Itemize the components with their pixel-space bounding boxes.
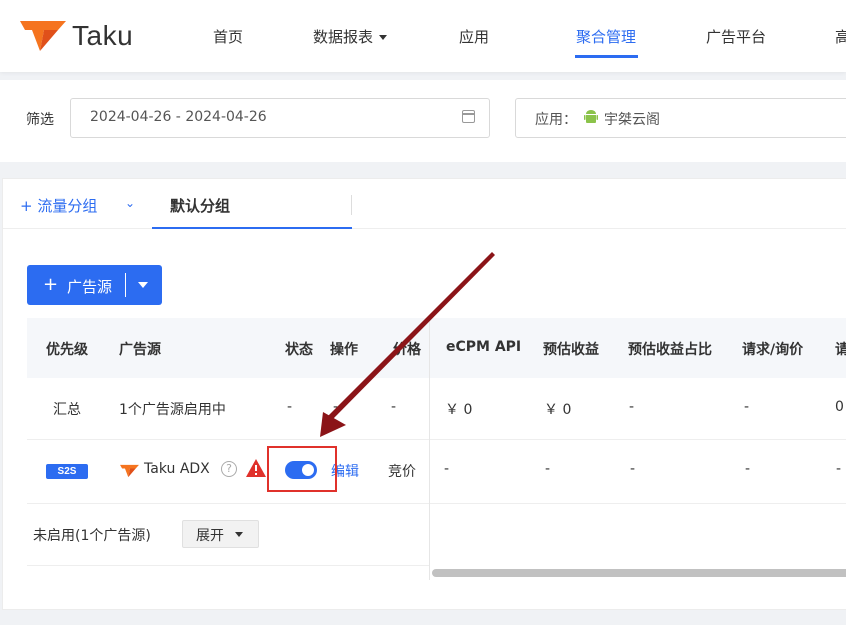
table-row: S2S Taku ADX ? 编辑 竞价 - - - - - [27,440,846,504]
tab-active-indicator [152,227,352,229]
mediation-card: + 流量分组 ⌄ 默认分组 + 广告源 优先级 广告源 状态 操作 价格 eCP… [2,178,846,610]
summary-cell: 0 [835,399,844,415]
column-header: 预估收益 [543,342,599,358]
chevron-down-icon [235,532,243,537]
nav-mediation[interactable]: 聚合管理 [576,26,636,47]
column-header: 广告源 [119,342,161,358]
expand-label: 展开 [196,528,224,544]
top-navigation: Taku 首页 数据报表 应用 聚合管理 广告平台 高 [0,0,846,72]
summary-cell: - [629,399,635,415]
taku-logo-icon [20,21,66,51]
table-cell: - [836,461,842,477]
table-cell: - [545,461,551,477]
summary-cell: - [391,399,397,415]
chevron-down-icon[interactable] [138,282,148,288]
chevron-down-icon [379,35,388,40]
plus-icon: + [43,274,59,295]
fixed-column-divider [429,318,430,580]
filter-label: 筛选 [26,112,54,128]
app-selector[interactable]: 应用： 宇桀云阁 [515,98,846,138]
summary-cell: - [287,399,293,415]
column-header: 操作 [330,342,358,358]
summary-cell: - [744,399,750,415]
summary-row: 汇总 1个广告源启用中 - - - ￥ 0 ￥ 0 - - 0 [27,378,846,440]
expand-button[interactable]: 展开 [182,520,259,548]
column-header: 状态 [285,342,313,358]
app-selector-label: 应用： [535,112,577,128]
filter-bar: 筛选 2024-04-26 - 2024-04-26 应用： 宇桀云阁 [0,80,846,162]
table-cell: - [745,461,751,477]
summary-cell: - [333,399,339,415]
nav-more[interactable]: 高 [835,26,846,47]
taku-logo-icon [120,464,139,478]
s2s-badge: S2S [46,464,88,479]
column-header: 预估收益占比 [628,342,712,358]
summary-cell: ￥ 0 [544,402,572,418]
date-range-value: 2024-04-26 - 2024-04-26 [90,109,267,125]
add-ad-source-button[interactable]: + 广告源 [27,265,162,305]
group-tabs: + 流量分组 ⌄ 默认分组 [3,179,846,229]
nav-reports[interactable]: 数据报表 [313,26,388,47]
nav-active-indicator [575,55,638,58]
table-cell: - [630,461,636,477]
disabled-sources-row: 未启用(1个广告源) 展开 [27,504,429,566]
column-header: eCPM API [446,339,522,355]
summary-cell: 汇总 [53,402,81,418]
annotation-highlight-box [267,446,337,492]
app-selector-value: 宇桀云阁 [604,112,660,128]
calendar-icon [462,110,475,123]
column-header: 请 [835,342,846,358]
nav-apps[interactable]: 应用 [459,26,489,47]
horizontal-scrollbar[interactable] [432,569,846,577]
disabled-sources-label: 未启用(1个广告源) [33,528,151,544]
date-range-picker[interactable]: 2024-04-26 - 2024-04-26 [70,98,490,138]
nav-ad-platforms[interactable]: 广告平台 [706,26,766,47]
android-icon [584,110,598,123]
table-header: 优先级 广告源 状态 操作 价格 eCPM API 预估收益 预估收益占比 请求… [27,318,846,378]
button-divider [125,273,126,297]
price-type: 竞价 [388,464,416,480]
help-icon[interactable]: ? [221,461,237,477]
warning-icon[interactable] [246,459,266,477]
ad-source-name[interactable]: Taku ADX [144,461,210,477]
add-traffic-group-button[interactable]: + 流量分组 [20,195,97,216]
column-header: 价格 [393,342,421,358]
tab-divider [351,195,352,215]
tab-default-group[interactable]: 默认分组 [170,195,230,216]
column-header: 优先级 [46,342,88,358]
summary-cell: 1个广告源启用中 [119,402,226,418]
table-cell: - [444,461,450,477]
chevron-down-icon[interactable]: ⌄ [125,196,135,210]
nav-reports-label: 数据报表 [313,28,374,46]
summary-cell: ￥ 0 [445,402,473,418]
add-ad-source-label: 广告源 [67,278,113,296]
taku-logo[interactable]: Taku [20,18,133,54]
nav-home[interactable]: 首页 [213,26,243,47]
column-header: 请求/询价 [742,342,804,358]
brand-name: Taku [72,20,134,51]
